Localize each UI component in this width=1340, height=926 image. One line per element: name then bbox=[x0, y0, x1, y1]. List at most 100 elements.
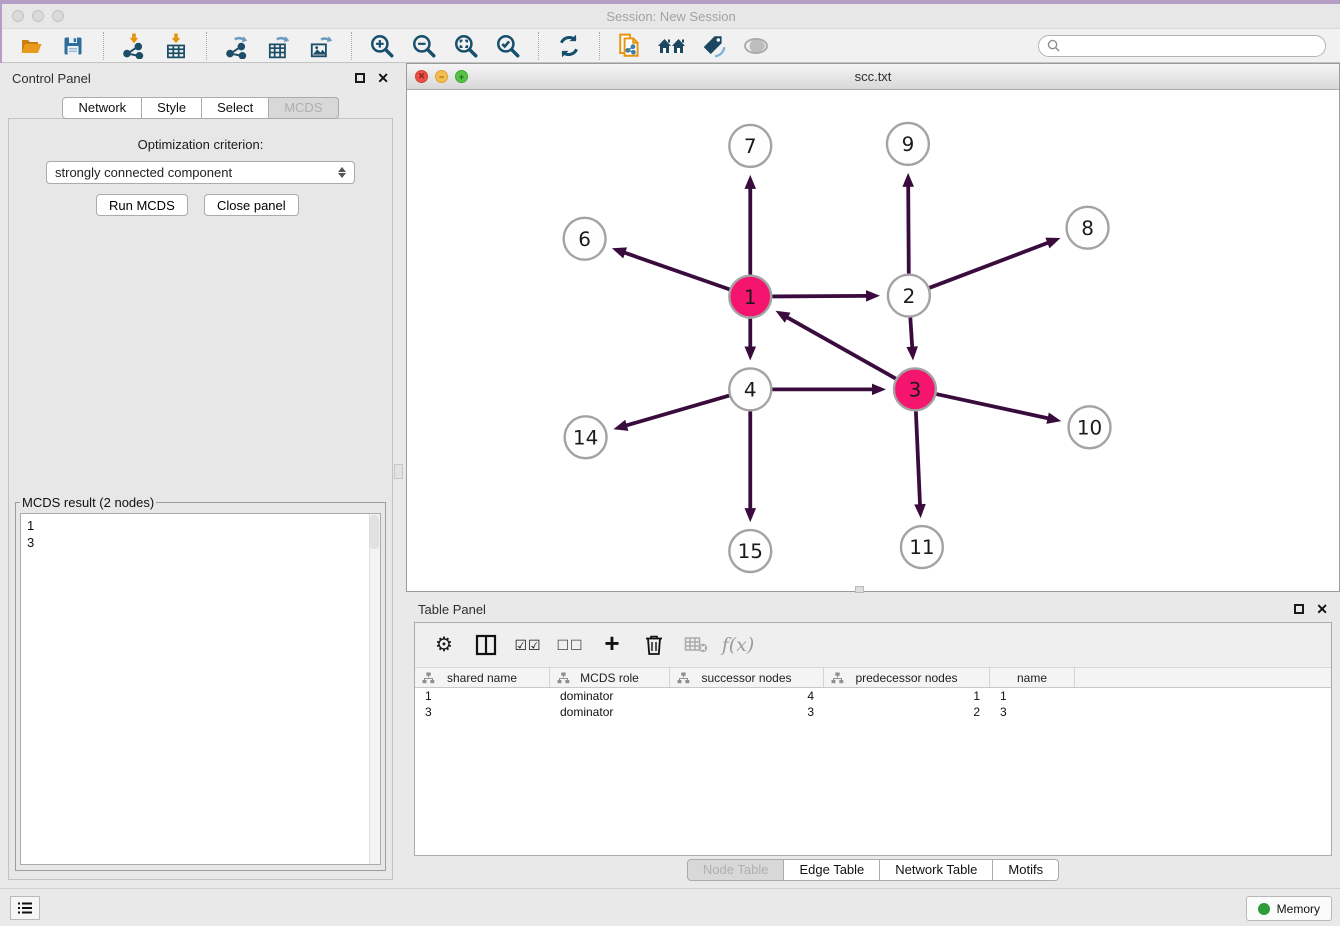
show-all-networks-button[interactable] bbox=[653, 31, 691, 61]
node-11[interactable]: 11 bbox=[901, 526, 943, 568]
save-session-button[interactable] bbox=[54, 31, 92, 61]
edge-3-11[interactable] bbox=[916, 411, 920, 506]
table-cell[interactable]: 1 bbox=[990, 688, 1075, 704]
edge-1-2[interactable] bbox=[772, 296, 868, 297]
show-hide-panel-button[interactable] bbox=[737, 31, 775, 61]
arrowhead-1-2 bbox=[866, 290, 880, 302]
table-cell[interactable]: 1 bbox=[415, 688, 550, 704]
delete-table-button[interactable] bbox=[679, 628, 713, 662]
column-label: successor nodes bbox=[701, 671, 791, 685]
zoom-out-button[interactable] bbox=[405, 31, 443, 61]
node-1[interactable]: 1 bbox=[729, 276, 771, 318]
node-15[interactable]: 15 bbox=[729, 530, 771, 572]
show-columns-button[interactable] bbox=[469, 628, 503, 662]
edge-2-9[interactable] bbox=[908, 185, 909, 274]
search-input[interactable] bbox=[1065, 39, 1317, 53]
node-14[interactable]: 14 bbox=[565, 416, 607, 458]
export-network-button[interactable] bbox=[218, 31, 256, 61]
run-mcds-button[interactable]: Run MCDS bbox=[96, 194, 188, 216]
node-3[interactable]: 3 bbox=[894, 368, 936, 410]
result-scrollbar[interactable] bbox=[369, 514, 380, 864]
column-header-predecessor-nodes[interactable]: predecessor nodes bbox=[824, 668, 990, 687]
arrowhead-3-11 bbox=[914, 504, 926, 518]
tab-network[interactable]: Network bbox=[62, 97, 142, 119]
table-cell[interactable]: dominator bbox=[550, 704, 670, 720]
network-close-button[interactable]: ✕ bbox=[415, 70, 428, 83]
memory-label: Memory bbox=[1277, 902, 1320, 916]
mcds-result-box[interactable]: 1 3 bbox=[20, 513, 381, 865]
copy-view-button[interactable] bbox=[611, 31, 649, 61]
column-header-successor-nodes[interactable]: successor nodes bbox=[670, 668, 824, 687]
network-canvas[interactable]: 1 2 3 4 6 7 8 9 10 11 14 15 bbox=[407, 90, 1339, 591]
zoom-in-icon bbox=[369, 33, 395, 59]
table-cell[interactable]: 3 bbox=[670, 704, 824, 720]
import-network-button[interactable] bbox=[115, 31, 153, 61]
column-header-name[interactable]: name bbox=[990, 668, 1075, 687]
criterion-select[interactable]: strongly connected component bbox=[46, 161, 355, 184]
deselect-all-rows-button[interactable]: ☐☐ bbox=[553, 628, 587, 662]
close-window-button[interactable] bbox=[12, 10, 24, 22]
toggle-graphics-details-button[interactable] bbox=[695, 31, 733, 61]
network-resize-handle[interactable] bbox=[855, 586, 864, 593]
close-table-panel-button[interactable]: ✕ bbox=[1316, 602, 1328, 616]
zoom-in-button[interactable] bbox=[363, 31, 401, 61]
tab-mcds[interactable]: MCDS bbox=[269, 97, 338, 119]
close-panel-button[interactable]: ✕ bbox=[377, 71, 389, 85]
network-zoom-button[interactable]: + bbox=[455, 70, 468, 83]
node-10[interactable]: 10 bbox=[1069, 406, 1111, 448]
open-folder-icon bbox=[18, 34, 44, 58]
table-cell[interactable]: 4 bbox=[670, 688, 824, 704]
table-row[interactable]: 1dominator411 bbox=[415, 688, 1331, 704]
apply-function-button[interactable]: f(x) bbox=[721, 628, 755, 662]
node-9[interactable]: 9 bbox=[887, 123, 929, 165]
memory-button[interactable]: Memory bbox=[1246, 896, 1332, 921]
network-minimize-button[interactable]: − bbox=[435, 70, 448, 83]
close-panel-button-inner[interactable]: Close panel bbox=[204, 194, 299, 216]
edge-4-14[interactable] bbox=[625, 396, 729, 426]
result-scrollbar-thumb[interactable] bbox=[370, 515, 379, 549]
tab-style[interactable]: Style bbox=[142, 97, 202, 119]
table-tab-motifs[interactable]: Motifs bbox=[993, 859, 1059, 881]
edge-1-6[interactable] bbox=[623, 252, 729, 289]
add-row-button[interactable]: + bbox=[595, 628, 629, 662]
float-panel-button[interactable] bbox=[355, 73, 365, 83]
edge-3-10[interactable] bbox=[936, 394, 1049, 419]
zoom-selected-button[interactable] bbox=[489, 31, 527, 61]
network-titlebar[interactable]: ✕ − + scc.txt bbox=[407, 64, 1339, 90]
table-cell[interactable]: 2 bbox=[824, 704, 990, 720]
table-tab-edge-table[interactable]: Edge Table bbox=[784, 859, 880, 881]
minimize-window-button[interactable] bbox=[32, 10, 44, 22]
export-table-button[interactable] bbox=[260, 31, 298, 61]
table-cell[interactable]: dominator bbox=[550, 688, 670, 704]
table-cell[interactable]: 1 bbox=[824, 688, 990, 704]
node-6[interactable]: 6 bbox=[564, 218, 606, 260]
zoom-window-button[interactable] bbox=[52, 10, 64, 22]
column-header-shared-name[interactable]: shared name bbox=[415, 668, 550, 687]
select-all-rows-button[interactable]: ☑☑ bbox=[511, 628, 545, 662]
zoom-fit-button[interactable] bbox=[447, 31, 485, 61]
node-2[interactable]: 2 bbox=[888, 275, 930, 317]
float-table-panel-button[interactable] bbox=[1294, 604, 1304, 614]
import-table-button[interactable] bbox=[157, 31, 195, 61]
panel-splitter-handle[interactable] bbox=[394, 464, 403, 479]
node-4[interactable]: 4 bbox=[729, 368, 771, 410]
delete-rows-button[interactable] bbox=[637, 628, 671, 662]
refresh-view-button[interactable] bbox=[550, 31, 588, 61]
open-session-button[interactable] bbox=[12, 31, 50, 61]
node-label: 9 bbox=[902, 132, 915, 156]
task-history-button[interactable] bbox=[10, 896, 40, 920]
table-cell[interactable]: 3 bbox=[990, 704, 1075, 720]
column-header-MCDS-role[interactable]: MCDS role bbox=[550, 668, 670, 687]
table-cell[interactable]: 3 bbox=[415, 704, 550, 720]
export-image-button[interactable] bbox=[302, 31, 340, 61]
table-options-button[interactable]: ⚙ bbox=[427, 628, 461, 662]
node-7[interactable]: 7 bbox=[729, 125, 771, 167]
edge-2-8[interactable] bbox=[929, 242, 1049, 288]
edge-3-1[interactable] bbox=[786, 317, 896, 379]
table-row[interactable]: 3dominator323 bbox=[415, 704, 1331, 720]
table-tab-node-table[interactable]: Node Table bbox=[687, 859, 785, 881]
tab-select[interactable]: Select bbox=[202, 97, 269, 119]
edge-2-3[interactable] bbox=[910, 318, 912, 349]
table-tab-network-table[interactable]: Network Table bbox=[880, 859, 993, 881]
node-8[interactable]: 8 bbox=[1067, 207, 1109, 249]
